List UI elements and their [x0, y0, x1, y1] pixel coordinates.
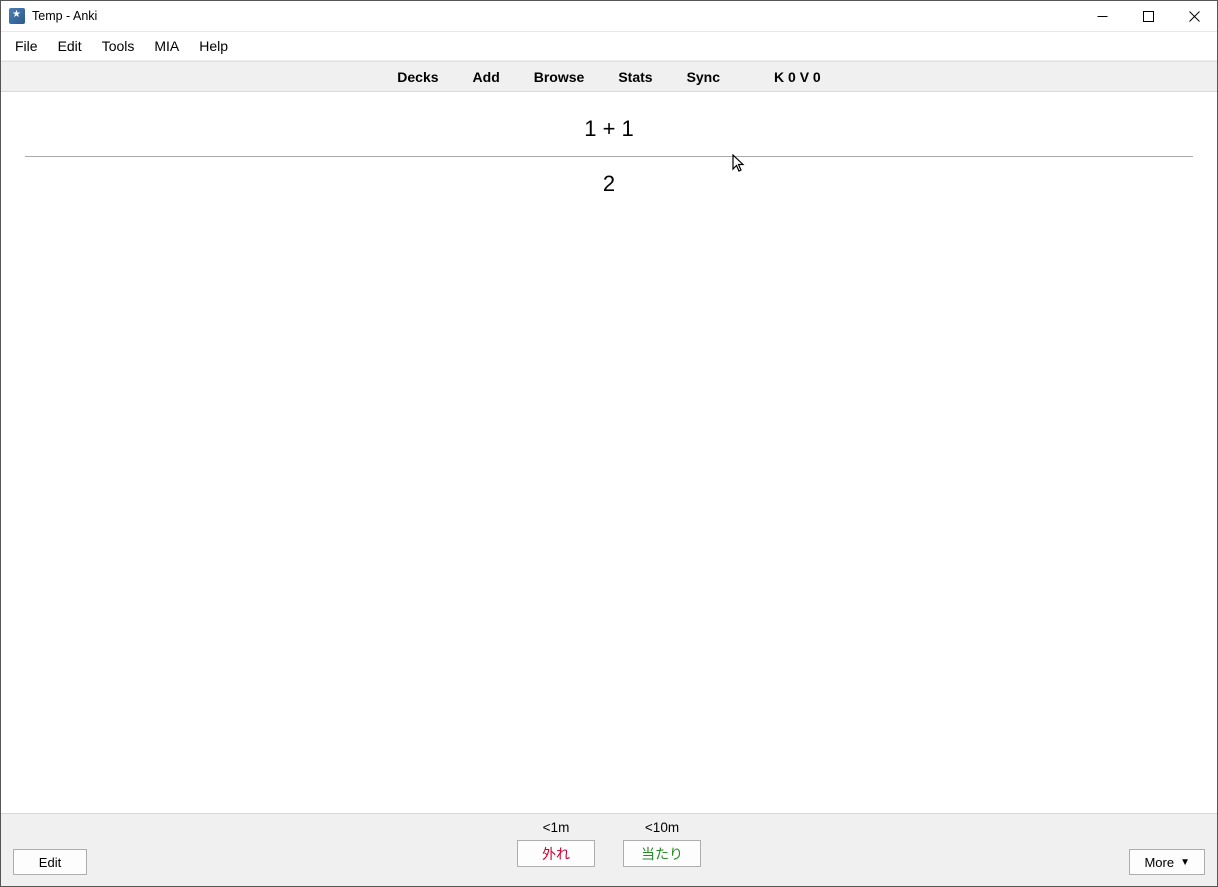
card-question: 1 + 1 [1, 116, 1217, 142]
toolbar: Decks Add Browse Stats Sync K 0 V 0 [1, 61, 1217, 92]
chevron-down-icon: ▼ [1180, 857, 1190, 868]
menubar: File Edit Tools MIA Help [1, 32, 1217, 61]
menu-edit[interactable]: Edit [48, 34, 92, 58]
toolbar-browse[interactable]: Browse [534, 69, 585, 85]
menu-help[interactable]: Help [189, 34, 238, 58]
menu-tools[interactable]: Tools [92, 34, 145, 58]
menu-mia[interactable]: MIA [144, 34, 189, 58]
answer-again-button[interactable]: 外れ [517, 840, 595, 867]
close-button[interactable] [1171, 1, 1217, 31]
titlebar: Temp - Anki [1, 1, 1217, 32]
window-title: Temp - Anki [32, 9, 97, 23]
answer-buttons: <1m 外れ <10m 当たり [517, 820, 701, 867]
toolbar-decks[interactable]: Decks [397, 69, 438, 85]
toolbar-stats[interactable]: Stats [618, 69, 652, 85]
app-icon [9, 8, 25, 24]
toolbar-add[interactable]: Add [473, 69, 500, 85]
app-window: Temp - Anki File Edit Tools MIA Help Dec… [0, 0, 1218, 887]
bottom-bar: Edit <1m 外れ <10m 当たり More ▼ [1, 813, 1217, 886]
answer-good-button[interactable]: 当たり [623, 840, 701, 867]
card-area: 1 + 1 2 [1, 92, 1217, 813]
toolbar-sync[interactable]: Sync [687, 69, 720, 85]
card-divider [25, 156, 1193, 157]
menu-file[interactable]: File [5, 34, 48, 58]
answer-again-time: <1m [543, 820, 570, 835]
edit-button[interactable]: Edit [13, 849, 87, 875]
toolbar-counter: K 0 V 0 [774, 69, 821, 85]
maximize-button[interactable] [1125, 1, 1171, 31]
answer-again-group: <1m 外れ [517, 820, 595, 867]
card-content: 1 + 1 2 [1, 92, 1217, 197]
more-button-label: More [1144, 855, 1174, 870]
more-button[interactable]: More ▼ [1129, 849, 1205, 875]
card-answer: 2 [1, 171, 1217, 197]
answer-good-group: <10m 当たり [623, 820, 701, 867]
minimize-button[interactable] [1079, 1, 1125, 31]
answer-good-time: <10m [645, 820, 679, 835]
